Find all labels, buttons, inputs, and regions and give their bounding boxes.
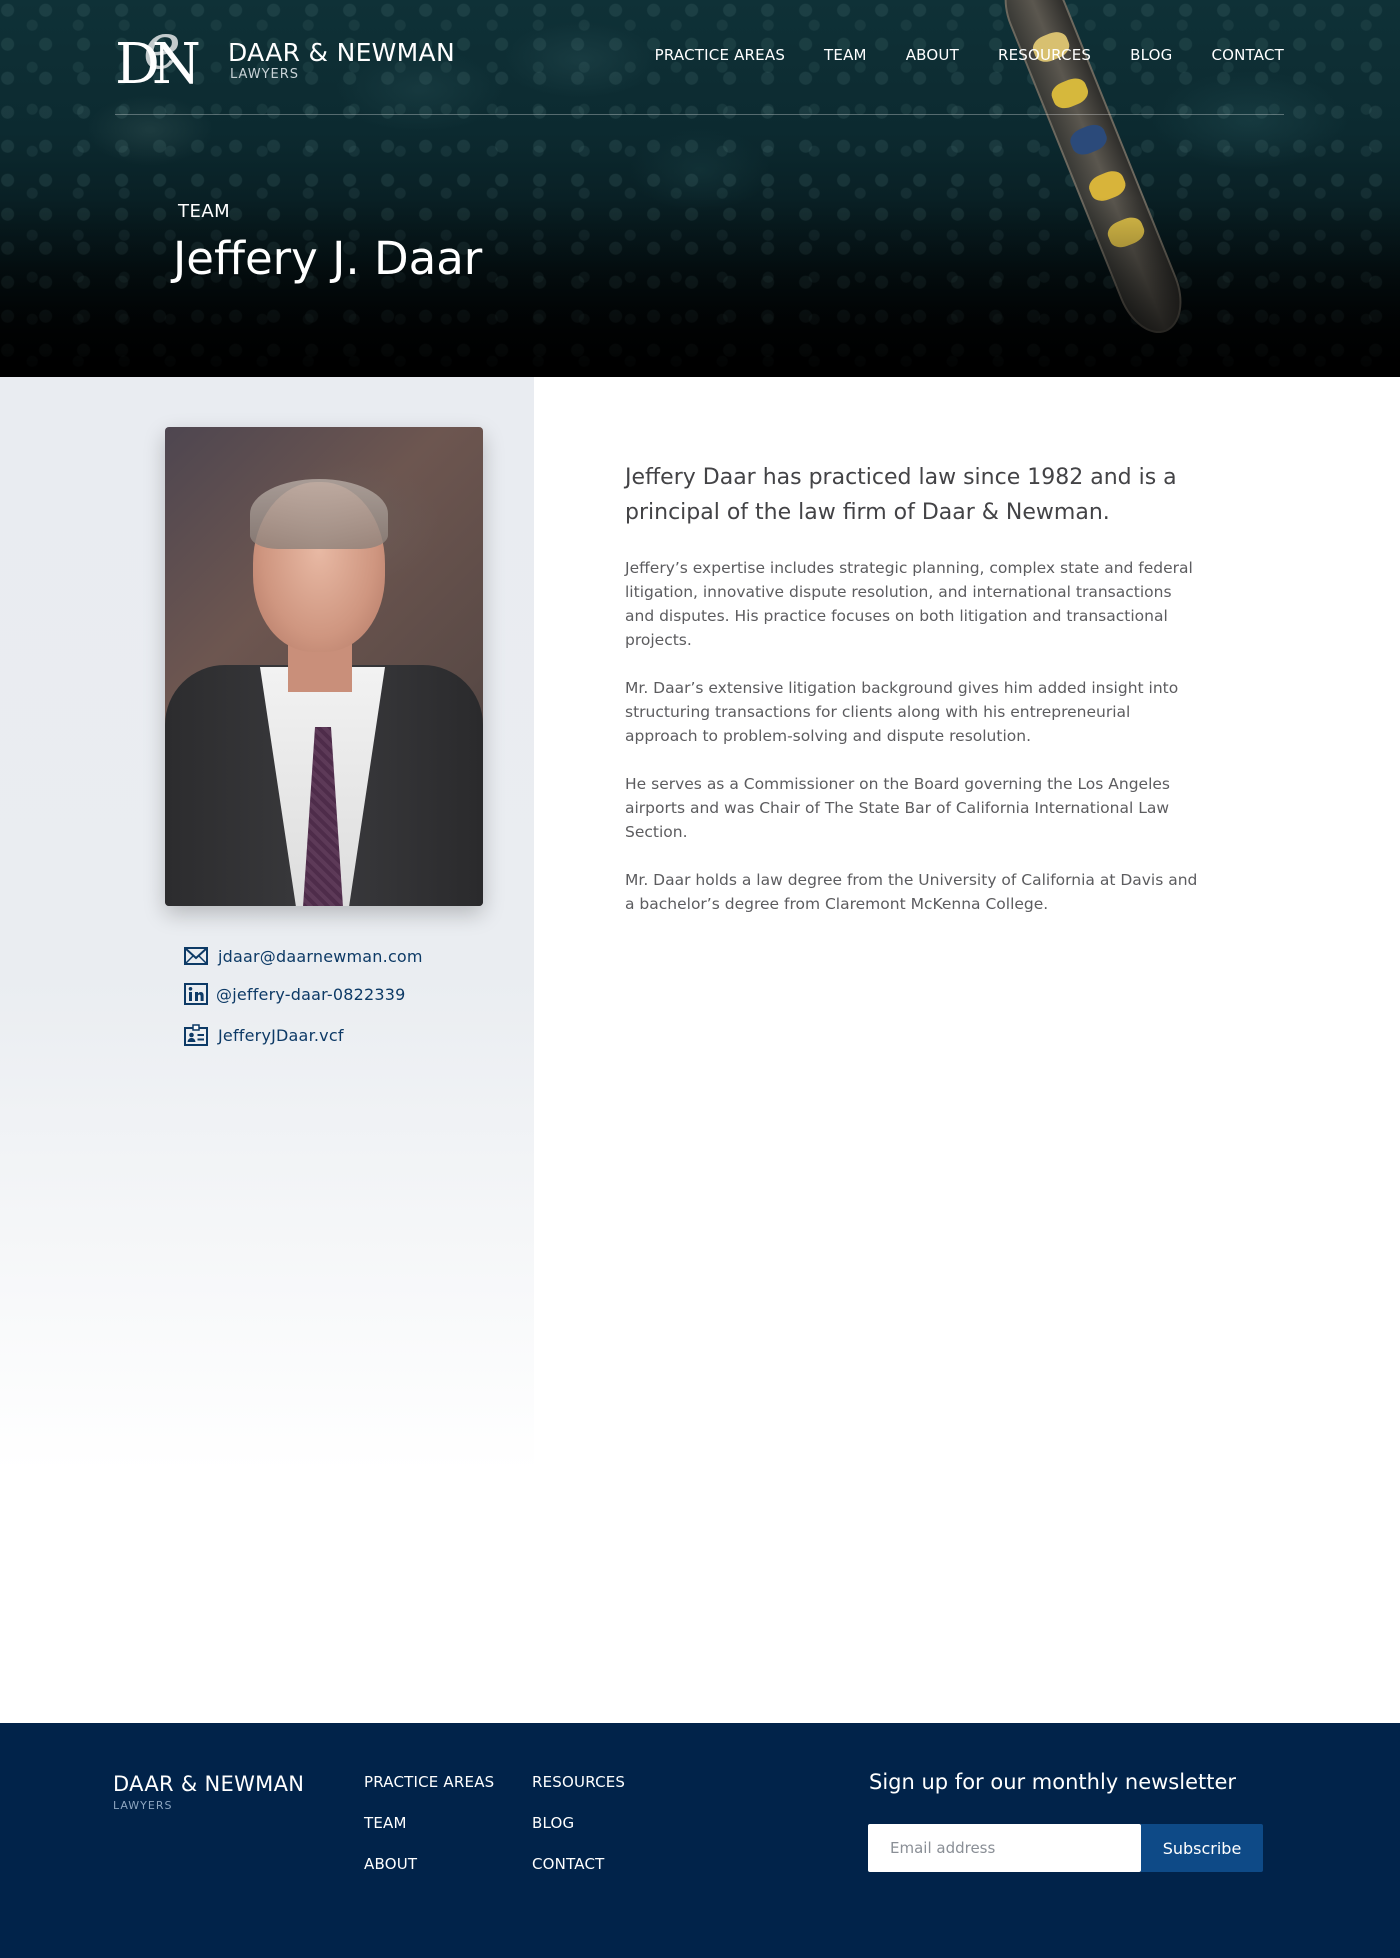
hero-banner: DN e DAAR & NEWMAN LAWYERS PRACTICE AREA… (0, 0, 1400, 377)
linkedin-icon (184, 983, 208, 1005)
footer-link-blog[interactable]: BLOG (532, 1814, 574, 1832)
section-label: TEAM (178, 201, 231, 222)
footer-brand-subtitle: LAWYERS (113, 1799, 173, 1812)
main-nav: PRACTICE AREAS TEAM ABOUT RESOURCES BLOG… (616, 46, 1284, 64)
nav-resources[interactable]: RESOURCES (998, 46, 1091, 64)
nav-blog[interactable]: BLOG (1130, 46, 1172, 64)
footer-brand[interactable]: DAAR & NEWMAN (113, 1772, 304, 1796)
contact-email: jdaar@daarnewman.com (218, 946, 423, 966)
footer-link-about[interactable]: ABOUT (364, 1855, 417, 1873)
logo-mark-swash: e (143, 10, 181, 84)
contact-email-link[interactable]: jdaar@daarnewman.com (184, 945, 423, 967)
newsletter-title: Sign up for our monthly newsletter (869, 1770, 1237, 1794)
footer-link-resources[interactable]: RESOURCES (532, 1773, 625, 1791)
envelope-icon (184, 947, 208, 965)
nav-team[interactable]: TEAM (824, 46, 867, 64)
brand-name[interactable]: DAAR & NEWMAN (228, 38, 455, 67)
bio-paragraph: Jeffery’s expertise includes strategic p… (625, 559, 1193, 649)
page-title: Jeffery J. Daar (173, 232, 483, 285)
contact-linkedin: @jeffery-daar-0822339 (216, 984, 406, 1004)
contact-vcard: JefferyJDaar.vcf (218, 1025, 344, 1045)
top-navigation-bar: DN e DAAR & NEWMAN LAWYERS PRACTICE AREA… (115, 0, 1284, 115)
profile-photo (165, 427, 483, 906)
brand-subtitle: LAWYERS (230, 67, 300, 82)
bio-content: Jeffery Daar has practiced law since 198… (625, 460, 1205, 940)
footer-link-practice-areas[interactable]: PRACTICE AREAS (364, 1773, 494, 1791)
bio-paragraph: He serves as a Commissioner on the Board… (625, 775, 1171, 841)
bio-lead: Jeffery Daar has practiced law since 198… (625, 465, 1177, 525)
newsletter-email-input[interactable] (868, 1824, 1141, 1872)
nav-about[interactable]: ABOUT (906, 46, 959, 64)
site-footer: DAAR & NEWMAN LAWYERS PRACTICE AREAS TEA… (0, 1723, 1400, 1958)
contact-linkedin-link[interactable]: @jeffery-daar-0822339 (184, 983, 406, 1005)
vcard-icon (184, 1024, 208, 1046)
footer-link-contact[interactable]: CONTACT (532, 1855, 605, 1873)
footer-link-team[interactable]: TEAM (364, 1814, 407, 1832)
nav-practice-areas[interactable]: PRACTICE AREAS (655, 46, 785, 64)
bio-paragraph: Mr. Daar’s extensive litigation backgrou… (625, 679, 1179, 745)
logo[interactable]: DN e (115, 10, 211, 97)
contact-vcard-link[interactable]: JefferyJDaar.vcf (184, 1024, 344, 1046)
bio-paragraph: Mr. Daar holds a law degree from the Uni… (625, 871, 1198, 913)
nav-contact[interactable]: CONTACT (1211, 46, 1284, 64)
subscribe-button[interactable]: Subscribe (1141, 1824, 1263, 1872)
